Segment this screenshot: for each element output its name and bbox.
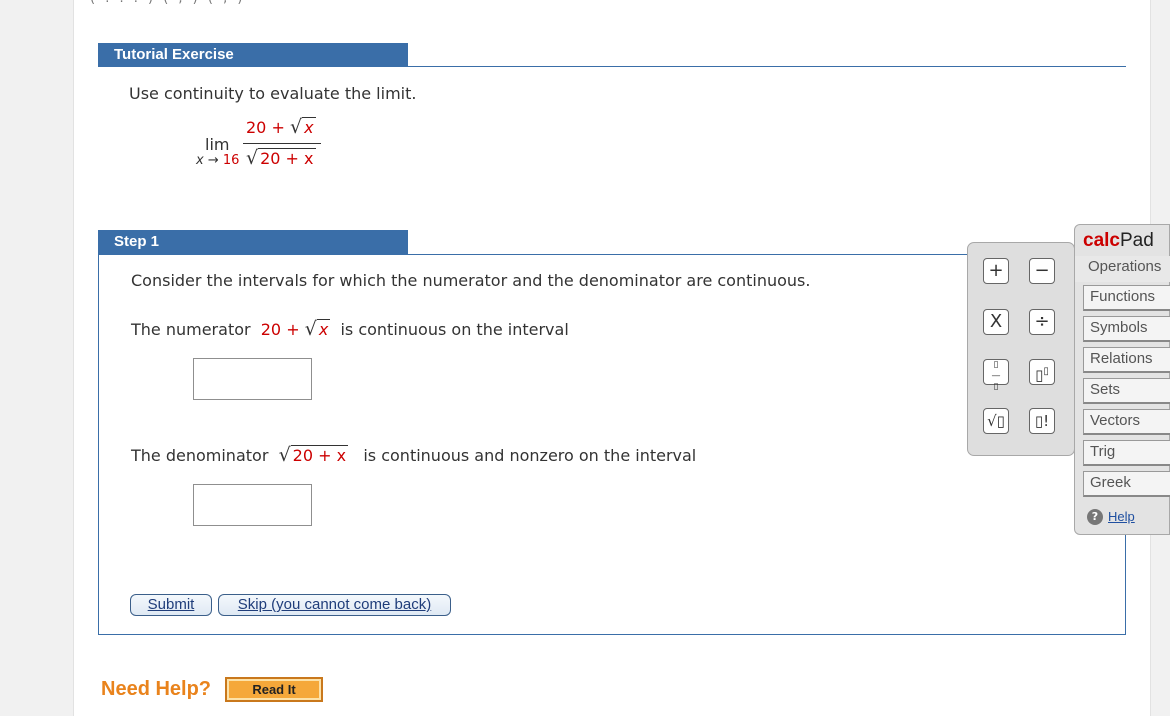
numerator-radical: √ x bbox=[290, 116, 316, 138]
sqrt-key[interactable]: √▯ bbox=[983, 408, 1009, 434]
fraction-denominator: √ 20 + x bbox=[246, 147, 316, 169]
fraction-key[interactable]: ▯ — ▯ bbox=[983, 359, 1009, 392]
factorial-key[interactable]: ▯! bbox=[1029, 408, 1055, 434]
lim-sub-variable: x bbox=[196, 153, 204, 168]
denominator-radical: √ 20 + x bbox=[279, 444, 349, 466]
fraction-bar bbox=[243, 143, 321, 144]
denominator-radical: √ 20 + x bbox=[246, 147, 316, 169]
calcpad-panel: calcPad Operations Functions Symbols Rel… bbox=[1074, 224, 1170, 535]
numerator-statement: The numerator 20 + √ x is continuous on t… bbox=[131, 318, 569, 340]
tab-relations[interactable]: Relations bbox=[1083, 347, 1170, 373]
tab-greek[interactable]: Greek bbox=[1083, 471, 1170, 497]
denominator-prefix: The denominator bbox=[131, 446, 269, 465]
lim-sub-arrow: → bbox=[207, 153, 219, 168]
numerator-radicand: x bbox=[316, 319, 331, 339]
sqrt-sign-icon: √ bbox=[278, 444, 291, 466]
tab-operations[interactable]: Operations bbox=[1075, 256, 1170, 282]
step-header: Step 1 bbox=[98, 230, 408, 254]
numerator-constant: 20 + bbox=[246, 118, 285, 137]
power-icon: ▯▯ bbox=[1035, 366, 1049, 384]
numerator-radical: √ x bbox=[305, 318, 331, 340]
tab-sets[interactable]: Sets bbox=[1083, 378, 1170, 404]
tab-vectors[interactable]: Vectors bbox=[1083, 409, 1170, 435]
calcpad-title-pad: Pad bbox=[1119, 230, 1154, 251]
numerator-suffix: is continuous on the interval bbox=[340, 320, 569, 339]
read-it-button[interactable]: Read It bbox=[225, 677, 323, 702]
tutorial-prompt: Use continuity to evaluate the limit. bbox=[129, 84, 417, 103]
tutorial-header: Tutorial Exercise bbox=[98, 43, 408, 67]
divide-key[interactable]: ÷ bbox=[1029, 309, 1055, 335]
sqrt-sign-icon: √ bbox=[304, 318, 317, 340]
tab-trig[interactable]: Trig bbox=[1083, 440, 1170, 466]
denominator-radicand: 20 + x bbox=[290, 445, 349, 465]
numerator-radicand: x bbox=[302, 117, 316, 137]
denominator-radicand: 20 + x bbox=[258, 148, 316, 168]
sqrt-sign-icon: √ bbox=[289, 116, 303, 138]
sqrt-icon: √▯ bbox=[987, 412, 1005, 430]
need-help-label: Need Help? bbox=[101, 678, 212, 700]
denominator-suffix: is continuous and nonzero on the interva… bbox=[363, 446, 697, 465]
fraction-icon: ▯ — ▯ bbox=[991, 360, 1001, 392]
calcpad-help-link[interactable]: Help bbox=[1108, 509, 1135, 524]
calcpad-keys: + − X ÷ ▯ — ▯ ▯▯ √▯ ▯! bbox=[967, 242, 1075, 456]
fraction-numerator: 20 + √ x bbox=[246, 116, 316, 138]
minus-key[interactable]: − bbox=[1029, 258, 1055, 284]
help-icon[interactable]: ? bbox=[1087, 509, 1103, 525]
lim-word: lim bbox=[205, 135, 230, 154]
limit-expression: lim x → 16 20 + √ x √ 20 + x bbox=[196, 112, 336, 176]
numerator-interval-input[interactable] bbox=[193, 358, 312, 400]
numerator-prefix: The numerator bbox=[131, 320, 251, 339]
lim-subscript: x → 16 bbox=[196, 153, 239, 168]
tab-symbols[interactable]: Symbols bbox=[1083, 316, 1170, 342]
power-key[interactable]: ▯▯ bbox=[1029, 359, 1055, 385]
lim-sub-value: 16 bbox=[222, 153, 240, 168]
denominator-statement: The denominator √ 20 + x is continuous an… bbox=[131, 444, 696, 466]
tutorial-rule bbox=[98, 66, 1126, 67]
cut-off-text: ( . . . ) ( , ) ( , ) bbox=[90, 0, 245, 6]
multiply-key[interactable]: X bbox=[983, 309, 1009, 335]
factorial-icon: ▯! bbox=[1034, 412, 1050, 430]
step-intro: Consider the intervals for which the num… bbox=[131, 271, 811, 290]
plus-key[interactable]: + bbox=[983, 258, 1009, 284]
numerator-const: 20 + bbox=[260, 320, 300, 339]
skip-button[interactable]: Skip (you cannot come back) bbox=[218, 594, 451, 616]
submit-button[interactable]: Submit bbox=[130, 594, 212, 616]
calcpad-title-calc: calc bbox=[1083, 230, 1120, 251]
tab-functions[interactable]: Functions bbox=[1083, 285, 1170, 311]
denominator-interval-input[interactable] bbox=[193, 484, 312, 526]
calcpad-title: calcPad bbox=[1083, 230, 1154, 252]
sqrt-sign-icon: √ bbox=[246, 147, 259, 169]
